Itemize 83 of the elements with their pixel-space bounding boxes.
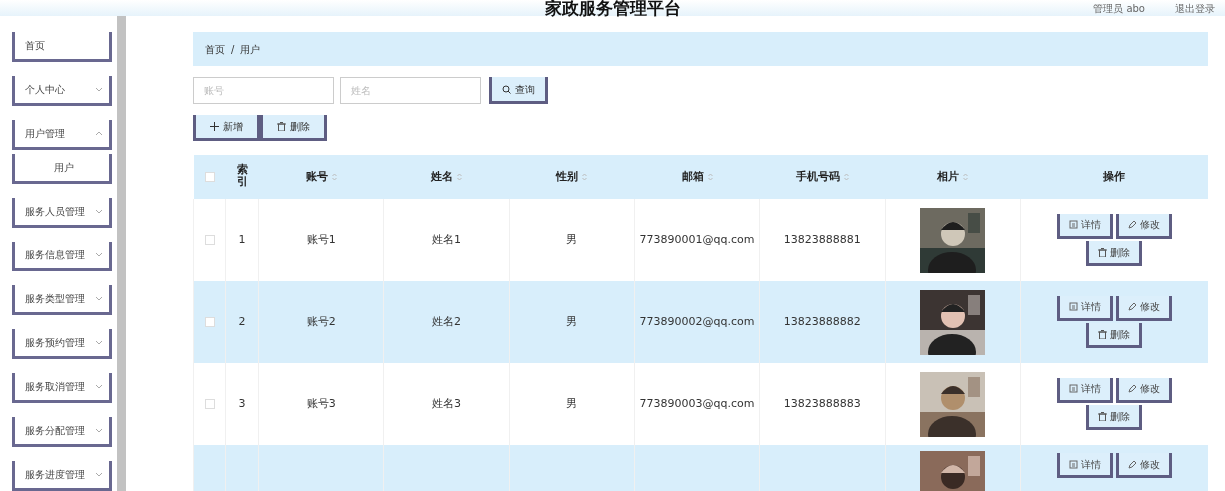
gender-cell: 男 — [566, 396, 578, 410]
search-field[interactable]: 姓名 — [339, 77, 481, 104]
account-cell: 账号3 — [306, 396, 336, 410]
phone-cell: 13823888881 — [783, 232, 861, 246]
delete-button[interactable]: 删除 — [1086, 405, 1143, 431]
add-button[interactable]: 新增 — [193, 115, 260, 141]
sort-icon — [582, 172, 588, 181]
pencil-icon — [1127, 302, 1137, 312]
email-cell: 773890002@qq.com — [639, 314, 755, 328]
gender-cell: 男 — [566, 314, 578, 328]
name-cell: 姓名3 — [431, 396, 461, 410]
pencil-icon — [1127, 384, 1137, 394]
row-index: 2 — [238, 314, 246, 328]
edit-button[interactable]: 修改 — [1115, 295, 1172, 321]
column-header: 姓名 — [430, 169, 453, 183]
phone-cell: 13823888883 — [783, 396, 861, 410]
detail-button[interactable]: 详情 — [1056, 295, 1113, 321]
detail-button[interactable]: 详情 — [1056, 213, 1113, 239]
sort-icon — [963, 172, 968, 181]
logout-link[interactable]: 退出登录 — [1175, 4, 1215, 14]
email-cell: 773890001@qq.com — [639, 232, 755, 246]
document-icon — [1068, 302, 1078, 312]
sidebar-item[interactable]: 服务人员管理 — [12, 197, 112, 228]
trash-icon — [277, 122, 286, 131]
pencil-icon — [1127, 220, 1137, 230]
name-cell: 姓名1 — [431, 232, 461, 246]
row-checkbox[interactable] — [204, 234, 215, 245]
user-label: 管理员 abo — [1093, 4, 1145, 14]
sidebar-item[interactable]: 服务取消管理 — [12, 373, 112, 404]
plus-icon — [210, 122, 219, 131]
column-header: 账号 — [305, 169, 328, 183]
document-icon — [1068, 384, 1078, 394]
phone-cell: 13823888882 — [783, 314, 861, 328]
delete-button[interactable]: 删除 — [1086, 241, 1143, 267]
sidebar-item[interactable]: 个人中心 — [12, 75, 112, 106]
detail-button[interactable]: 详情 — [1056, 453, 1113, 478]
pencil-icon — [1127, 459, 1137, 469]
name-cell: 姓名2 — [431, 314, 461, 328]
sidebar-item[interactable]: 首页 — [12, 32, 112, 62]
column-header: 操作 — [1103, 169, 1125, 183]
document-icon — [1068, 459, 1078, 469]
trash-icon — [1098, 247, 1108, 257]
search-field[interactable]: 账号 — [193, 77, 334, 104]
account-cell: 账号1 — [306, 232, 336, 246]
sidebar-item[interactable]: 服务信息管理 — [12, 241, 112, 272]
document-icon — [1068, 220, 1078, 230]
edit-button[interactable]: 修改 — [1115, 213, 1172, 239]
detail-button[interactable]: 详情 — [1056, 377, 1113, 403]
row-index: 3 — [238, 396, 246, 410]
delete-button[interactable]: 删除 — [1086, 323, 1143, 349]
column-header: 性别 — [556, 169, 579, 183]
delete-button[interactable]: 删除 — [260, 115, 327, 141]
edit-button[interactable]: 修改 — [1115, 453, 1172, 478]
sidebar-subitem[interactable]: 用户 — [12, 153, 112, 184]
column-header: 邮箱 — [681, 169, 704, 183]
column-header: 相片 — [937, 169, 959, 183]
search-icon — [501, 84, 511, 94]
email-cell: 773890003@qq.com — [639, 396, 755, 410]
sidebar-item[interactable]: 服务分配管理 — [12, 417, 112, 448]
sort-icon — [456, 172, 462, 181]
breadcrumb-item: 用户 — [240, 42, 261, 57]
row-index: 1 — [238, 232, 246, 246]
sidebar-item[interactable]: 用户管理 — [12, 119, 112, 150]
gender-cell: 男 — [566, 232, 578, 246]
sort-icon — [843, 172, 849, 181]
search-button[interactable]: 查询 — [488, 77, 548, 104]
row-checkbox[interactable] — [204, 316, 215, 327]
trash-icon — [1098, 411, 1108, 421]
trash-icon — [1098, 329, 1108, 339]
breadcrumb-separator: / — [231, 42, 235, 57]
sidebar-item[interactable]: 服务进度管理 — [12, 461, 112, 491]
row-checkbox[interactable] — [204, 398, 215, 409]
breadcrumb-item[interactable]: 首页 — [205, 41, 225, 57]
sidebar-item[interactable]: 服务预约管理 — [12, 329, 112, 360]
sort-icon — [707, 172, 713, 181]
column-header: 手机号码 — [795, 169, 840, 183]
select-all-checkbox[interactable] — [204, 171, 215, 182]
sidebar-item[interactable]: 服务类型管理 — [12, 285, 112, 316]
sort-icon — [331, 172, 337, 181]
edit-button[interactable]: 修改 — [1115, 377, 1172, 403]
column-header: 索引 — [236, 163, 248, 188]
account-cell: 账号2 — [306, 314, 336, 328]
app-title: 家政服务管理平台 — [544, 0, 681, 16]
